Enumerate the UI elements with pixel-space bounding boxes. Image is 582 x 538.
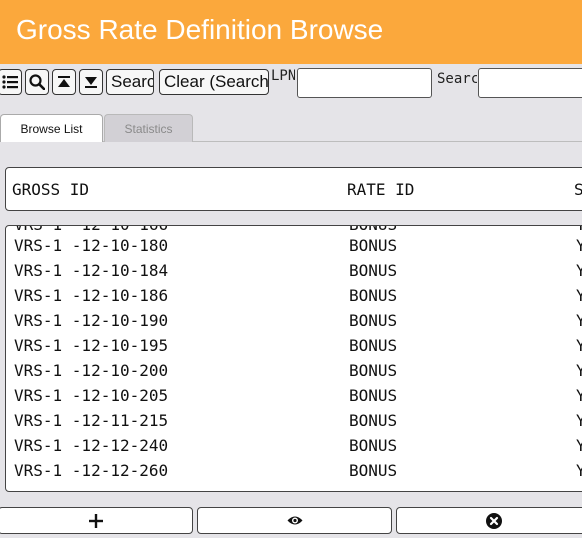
column-header-rate-id[interactable]: RATE ID (347, 180, 414, 199)
table-row[interactable]: VRS-1 -12-12-240 BONUS Y (6, 433, 582, 458)
status-cell: Y (576, 233, 582, 258)
column-header-s[interactable]: S (574, 180, 582, 199)
gross-id-cell: VRS-1 -12-10-190 (14, 311, 169, 330)
title-bar: Gross Rate Definition Browse (0, 0, 582, 64)
table-row[interactable]: VRS-1 -12-10-200 BONUS Y (6, 358, 582, 383)
table-row[interactable]: VRS-1 -12-10-205 BONUS Y (6, 383, 582, 408)
list-view-button[interactable] (0, 69, 22, 95)
clear-button-label: Clear (Search and Filters) (164, 72, 269, 91)
status-cell: Y (576, 408, 582, 433)
table-row[interactable]: VRS-1 -12-10-190 BONUS Y (6, 308, 582, 333)
table-row[interactable]: VRS-1 -12-11-215 BONUS Y (6, 408, 582, 433)
status-cell: Y (576, 308, 582, 333)
gross-id-cell: VRS-1 -12-10-184 (14, 261, 169, 280)
tab-statistics[interactable]: Statistics (104, 114, 193, 142)
rate-id-cell: BONUS (349, 261, 398, 280)
last-record-icon (85, 77, 97, 88)
status-cell: Y (576, 433, 582, 458)
search-label: Search (437, 71, 477, 87)
table-row[interactable]: VRS-1 -12-10-186 BONUS Y (6, 283, 582, 308)
rate-id-cell: BONUS (349, 361, 398, 380)
lpn-label: LPN (271, 68, 295, 84)
gross-id-cell: VRS-1 -12-10-195 (14, 336, 169, 355)
rate-id-cell: BONUS (349, 236, 398, 255)
search-button-label: Search (111, 72, 153, 91)
status-cell: Y (576, 258, 582, 283)
table-row[interactable]: VRS-1 -12-10-195 BONUS Y (6, 333, 582, 358)
search-text-button[interactable]: Search (106, 69, 154, 95)
rate-id-cell: BONUS (349, 286, 398, 305)
tab-browse-list[interactable]: Browse List (0, 114, 103, 142)
status-cell: Y (576, 458, 582, 483)
rate-id-cell: BONUS (349, 436, 398, 455)
gross-id-cell: VRS-1 -12-10-180 (14, 236, 169, 255)
grid-body[interactable]: VRS-1 -12-10-166 BONUS Y VRS-1 -12-10-18… (5, 225, 582, 492)
rate-id-cell: BONUS (349, 411, 398, 430)
status-cell: Y (576, 283, 582, 308)
clear-search-button[interactable]: Clear (Search and Filters) (159, 69, 269, 95)
search-input[interactable] (478, 68, 582, 98)
last-record-button[interactable] (79, 69, 103, 95)
grid-header: GROSS ID RATE ID S (5, 167, 582, 211)
table-row[interactable]: VRS-1 -12-10-184 BONUS Y (6, 258, 582, 283)
search-button[interactable] (25, 69, 49, 95)
status-cell: Y (576, 333, 582, 358)
lpn-input[interactable] (297, 68, 432, 98)
search-icon (29, 74, 45, 90)
gross-id-cell: VRS-1 -12-10-200 (14, 361, 169, 380)
view-icon (287, 516, 302, 525)
table-row[interactable]: VRS-1 -12-10-180 BONUS Y (6, 233, 582, 258)
gross-id-cell: VRS-1 -12-10-186 (14, 286, 169, 305)
first-record-button[interactable] (52, 69, 76, 95)
status-cell: Y (576, 383, 582, 408)
rate-id-cell: BONUS (349, 386, 398, 405)
page-title: Gross Rate Definition Browse (16, 14, 384, 45)
status-cell: Y (576, 358, 582, 383)
rate-id-cell: BONUS (349, 461, 398, 480)
list-icon (2, 75, 18, 89)
gross-id-cell: VRS-1 -12-12-260 (14, 461, 169, 480)
add-button[interactable] (0, 507, 193, 534)
delete-icon (485, 512, 502, 529)
table-row[interactable]: VRS-1 -12-12-260 BONUS Y (6, 458, 582, 483)
gross-id-cell: VRS-1 -12-11-215 (14, 411, 169, 430)
add-icon (88, 513, 103, 528)
gross-id-cell: VRS-1 -12-12-240 (14, 436, 169, 455)
gross-id-cell: VRS-1 -12-10-205 (14, 386, 169, 405)
view-button[interactable] (197, 507, 392, 534)
rate-id-cell: BONUS (349, 311, 398, 330)
delete-button[interactable] (396, 507, 582, 534)
first-record-icon (58, 76, 70, 87)
rate-id-cell: BONUS (349, 336, 398, 355)
column-header-gross-id[interactable]: GROSS ID (12, 180, 89, 199)
